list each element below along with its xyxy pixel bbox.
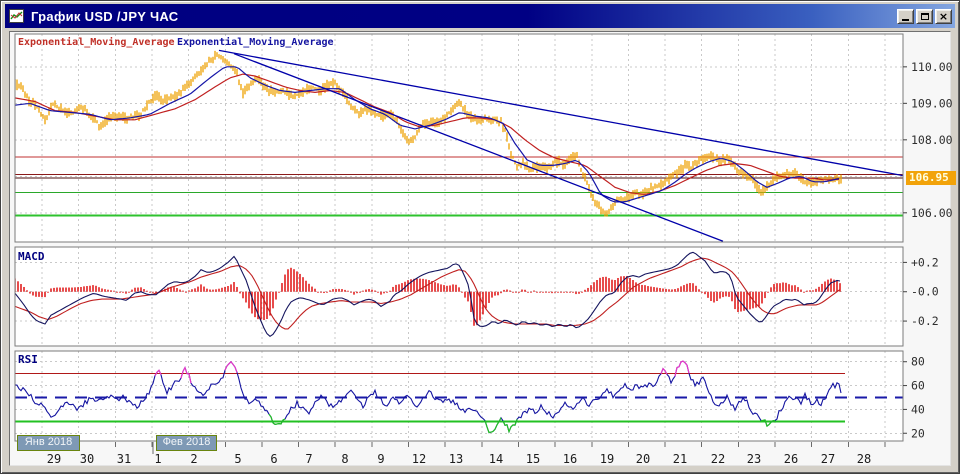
date-label: 1 xyxy=(154,452,162,466)
axis-label: 109.00 xyxy=(911,96,953,110)
date-label: 13 xyxy=(448,452,464,466)
date-label: 16 xyxy=(562,452,578,466)
macd-panel-label: MACD xyxy=(18,250,45,263)
rsi-panel-label: RSI xyxy=(18,353,38,366)
axis-label: 106.00 xyxy=(911,206,953,220)
axis-label: 110.00 xyxy=(911,60,953,74)
axis-label: 20 xyxy=(911,426,925,440)
date-label: 26 xyxy=(783,452,799,466)
date-label: 12 xyxy=(411,452,427,466)
ema-label-slow: Exponential_Moving_Average xyxy=(18,37,175,48)
axis-label: -0.2 xyxy=(911,314,939,328)
chart-canvas[interactable]: 110.00 109.00 108.00 106.00 +0.2 -0.0 -0.2 80 60… xyxy=(1,1,960,474)
month-label-jan: Янв 2018 xyxy=(17,435,80,451)
date-label: 28 xyxy=(856,452,872,466)
date-label: 27 xyxy=(820,452,836,466)
axis-label: 60 xyxy=(911,379,925,393)
date-label: 6 xyxy=(270,452,278,466)
axis-label: 40 xyxy=(911,402,925,416)
current-price-tag: 106.95 xyxy=(906,171,956,186)
date-label: 14 xyxy=(488,452,504,466)
rsi-panel[interactable] xyxy=(14,350,904,442)
date-label: 7 xyxy=(305,452,313,466)
date-label: 30 xyxy=(79,452,95,466)
macd-panel[interactable] xyxy=(14,246,904,347)
axis-label: -0.0 xyxy=(911,285,939,299)
date-label: 19 xyxy=(599,452,615,466)
axis-label: 108.00 xyxy=(911,133,953,147)
chart-window: График USD /JPY ЧАС × 110.00 109.00 108.00… xyxy=(0,0,960,474)
date-label: 2 xyxy=(190,452,198,466)
axis-label: +0.2 xyxy=(911,255,939,269)
ema-label-fast: Exponential_Moving_Average xyxy=(177,37,334,48)
date-label: 29 xyxy=(46,452,62,466)
date-label: 22 xyxy=(710,452,726,466)
price-panel[interactable] xyxy=(14,33,904,243)
date-label: 31 xyxy=(116,452,132,466)
axis-label: 80 xyxy=(911,355,925,369)
date-label: 23 xyxy=(746,452,762,466)
date-label: 21 xyxy=(672,452,688,466)
date-label: 9 xyxy=(377,452,385,466)
date-label: 20 xyxy=(635,452,651,466)
date-label: 15 xyxy=(525,452,541,466)
month-label-feb: Фев 2018 xyxy=(156,435,217,451)
date-label: 8 xyxy=(341,452,349,466)
date-label: 5 xyxy=(234,452,242,466)
